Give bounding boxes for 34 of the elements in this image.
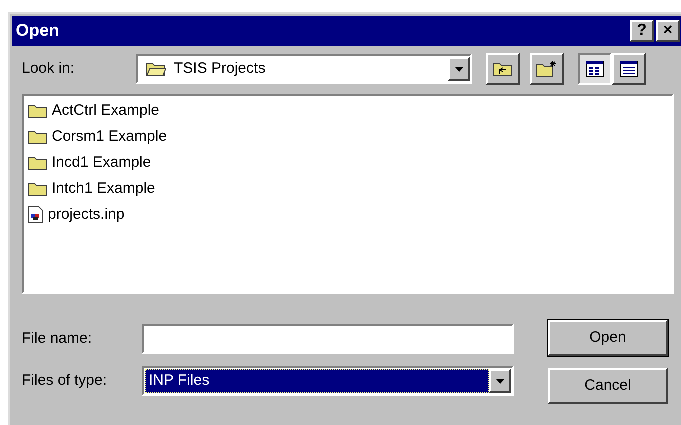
folder-item[interactable]: Intch1 Example (26, 176, 670, 202)
file-type-label: Files of type: (22, 370, 108, 391)
list-view-button[interactable] (578, 53, 612, 85)
folder-item[interactable]: ActCtrl Example (26, 98, 670, 124)
up-folder-button[interactable] (486, 53, 520, 85)
file-name-label: File name: (22, 328, 94, 349)
details-view-icon (620, 61, 638, 77)
folder-item[interactable]: Incd1 Example (26, 150, 670, 176)
folder-icon (28, 181, 48, 197)
help-button[interactable]: ? (630, 20, 654, 42)
new-folder-icon (536, 60, 558, 78)
file-type-dropdown[interactable]: INP Files (142, 366, 514, 396)
document-icon (28, 206, 44, 224)
file-item[interactable]: projects.inp (26, 202, 670, 228)
close-button[interactable]: × (656, 20, 680, 42)
caret-icon (454, 66, 464, 72)
caret-icon (496, 378, 504, 384)
open-button[interactable]: Open (548, 320, 668, 356)
folder-icon (28, 129, 48, 145)
file-name-field[interactable] (142, 324, 514, 354)
up-folder-icon (493, 61, 513, 77)
details-view-button[interactable] (612, 53, 646, 85)
cancel-button[interactable]: Cancel (548, 368, 668, 404)
dropdown-button[interactable] (489, 369, 511, 393)
new-folder-button[interactable] (530, 53, 564, 85)
folder-item[interactable]: Corsm1 Example (26, 124, 670, 150)
look-in-dropdown[interactable]: TSIS Projects (136, 54, 472, 84)
list-view-icon (586, 61, 604, 77)
folder-icon (146, 61, 166, 77)
folder-icon (28, 155, 48, 171)
window-title: Open (16, 20, 60, 42)
folder-icon (28, 103, 48, 119)
dropdown-button[interactable] (448, 57, 470, 81)
look-in-label: Look in: (22, 58, 76, 79)
